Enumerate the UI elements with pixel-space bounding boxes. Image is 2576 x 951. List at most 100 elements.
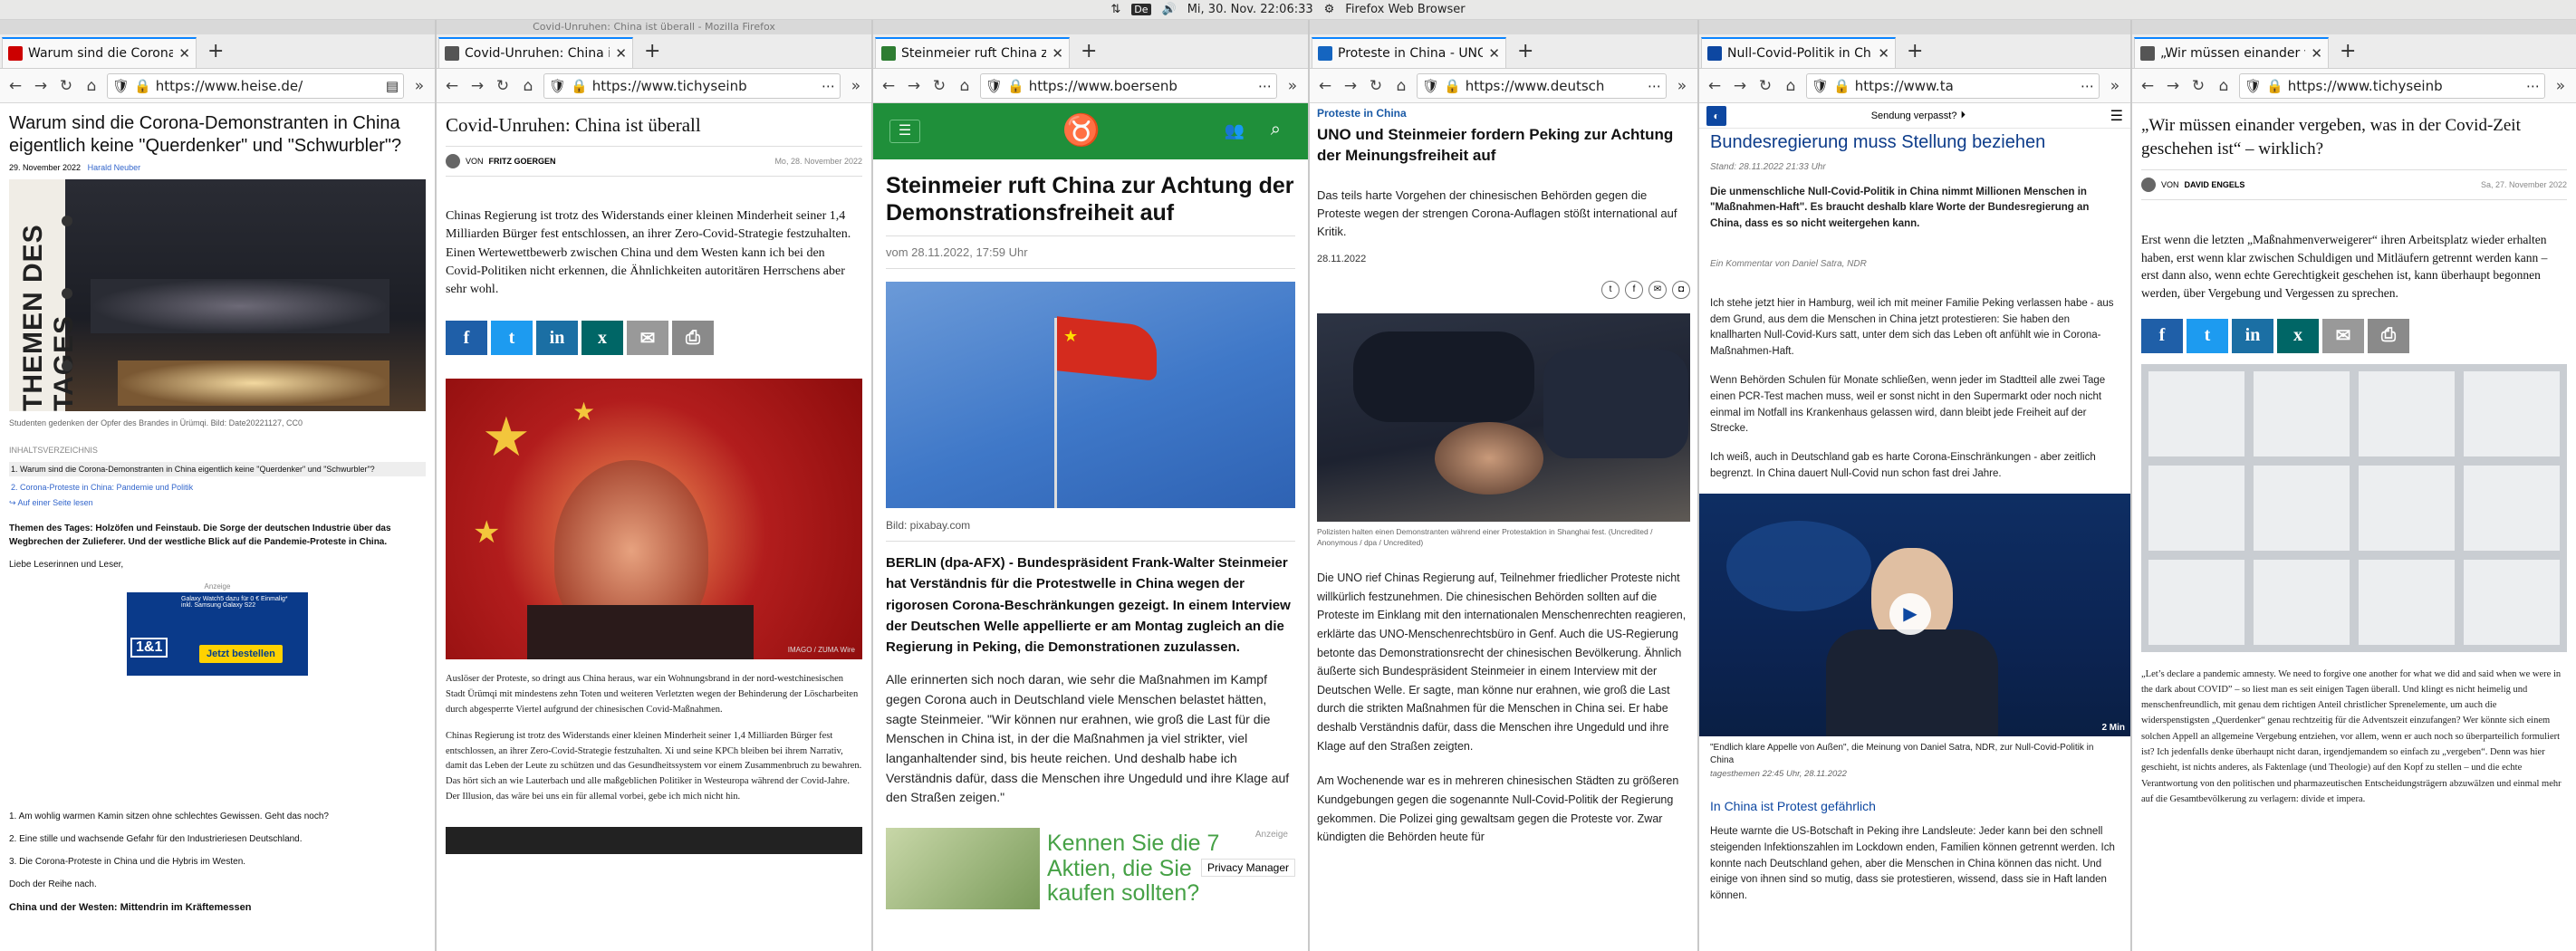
reader-icon[interactable]: ▤ <box>386 78 399 94</box>
lock-icon[interactable]: 🔒 <box>2266 78 2283 94</box>
page-actions-icon[interactable]: ⋯ <box>2081 78 2094 94</box>
back-icon[interactable]: ← <box>442 77 462 95</box>
missed-show-link[interactable]: Sendung verpasst? <box>1871 110 1957 121</box>
active-app-name[interactable]: Firefox Web Browser <box>1345 3 1465 16</box>
menu-icon[interactable]: ☰ <box>2110 107 2123 125</box>
url-text[interactable]: https://www.deutsch <box>1466 78 1643 94</box>
tab-active[interactable]: Steinmeier ruft China zu ✕ <box>875 37 1070 68</box>
forward-icon[interactable]: → <box>904 77 924 95</box>
bull-logo-icon[interactable]: ♉ <box>1050 112 1113 149</box>
new-tab-button[interactable]: + <box>1907 40 1923 62</box>
twitter-share-button[interactable]: t <box>491 321 533 356</box>
tagesschau-logo-icon[interactable]: ◐ <box>1706 105 1726 126</box>
home-icon[interactable]: ⌂ <box>1391 77 1411 95</box>
user-icon[interactable]: 👥 <box>1225 121 1245 140</box>
shield-icon[interactable]: 🛡 <box>112 78 130 94</box>
overflow-icon[interactable]: » <box>2551 77 2571 95</box>
close-tab-icon[interactable]: ✕ <box>1488 45 1500 62</box>
lock-icon[interactable]: 🔒 <box>1444 78 1461 94</box>
overflow-icon[interactable]: » <box>409 77 429 95</box>
toc-item[interactable]: 2. Corona-Proteste in China: Pandemie un… <box>9 480 426 495</box>
ad-banner[interactable]: 1&1 Galaxy Watch5 dazu für 0 € Einmalig*… <box>127 592 308 676</box>
forward-icon[interactable]: → <box>1341 77 1360 95</box>
shield-icon[interactable]: 🛡 <box>1422 78 1439 94</box>
back-icon[interactable]: ← <box>2138 77 2158 95</box>
back-icon[interactable]: ← <box>1315 77 1335 95</box>
url-bar[interactable]: 🛡 🔒 https://www.deutsch ⋯ <box>1417 72 1667 99</box>
new-tab-button[interactable]: + <box>2340 40 2356 62</box>
url-bar[interactable]: 🛡 🔒 https://www.ta ⋯ <box>1806 72 2100 99</box>
home-icon[interactable]: ⌂ <box>518 77 538 95</box>
reload-icon[interactable]: ↻ <box>56 77 76 95</box>
tab-active[interactable]: Null-Covid-Politik in Chi ✕ <box>1701 37 1896 68</box>
reload-icon[interactable]: ↻ <box>1755 77 1775 95</box>
url-text[interactable]: https://www.boersenb <box>1029 78 1254 94</box>
overflow-icon[interactable]: » <box>2105 77 2125 95</box>
print-button[interactable]: ⎙ <box>672 321 714 356</box>
author-link[interactable]: FRITZ GOERGEN <box>489 157 556 166</box>
overflow-icon[interactable]: » <box>1672 77 1692 95</box>
close-tab-icon[interactable]: ✕ <box>2311 45 2322 62</box>
tab-active[interactable]: Covid-Unruhen: China ist ✕ <box>438 37 633 68</box>
gear-icon[interactable]: ⚙ <box>1324 3 1335 16</box>
lock-icon[interactable]: 🔒 <box>134 78 151 94</box>
close-tab-icon[interactable]: ✕ <box>178 45 190 62</box>
forward-icon[interactable]: → <box>1730 77 1750 95</box>
lock-icon[interactable]: 🔒 <box>571 78 588 94</box>
twitter-share-icon[interactable]: t <box>1601 281 1620 300</box>
author-link[interactable]: Harald Neuber <box>88 163 141 172</box>
xing-share-button[interactable]: x <box>582 321 623 356</box>
reload-icon[interactable]: ↻ <box>929 77 949 95</box>
privacy-manager-button[interactable]: Privacy Manager <box>1200 859 1295 878</box>
url-bar[interactable]: 🛡 🔒 https://www.tichyseinb ⋯ <box>2239 72 2545 99</box>
page-actions-icon[interactable]: ⋯ <box>1258 78 1272 94</box>
overflow-icon[interactable]: » <box>1283 77 1302 95</box>
xing-share-button[interactable]: x <box>2277 318 2319 353</box>
url-text[interactable]: https://www.tichyseinb <box>592 78 817 94</box>
single-page-link[interactable]: ↪ Auf einer Seite lesen <box>9 498 426 508</box>
home-icon[interactable]: ⌂ <box>2214 77 2234 95</box>
shield-icon[interactable]: 🛡 <box>1812 78 1829 94</box>
back-icon[interactable]: ← <box>1705 77 1725 95</box>
close-tab-icon[interactable]: ✕ <box>1878 45 1889 62</box>
mail-share-icon[interactable]: ✉ <box>1648 281 1667 300</box>
facebook-share-icon[interactable]: f <box>1625 281 1643 300</box>
reload-icon[interactable]: ↻ <box>493 77 513 95</box>
reload-icon[interactable]: ↻ <box>1366 77 1386 95</box>
tab-active[interactable]: „Wir müssen einander ve ✕ <box>2134 37 2329 68</box>
lock-icon[interactable]: 🔒 <box>1007 78 1024 94</box>
shield-icon[interactable]: 🛡 <box>549 78 566 94</box>
url-text[interactable]: https://www.heise.de/ <box>156 78 381 94</box>
play-icon[interactable]: ⏵ <box>1960 110 1966 121</box>
home-icon[interactable]: ⌂ <box>82 77 101 95</box>
tab-active[interactable]: Proteste in China - UNO ✕ <box>1312 37 1506 68</box>
url-text[interactable]: https://www.tichyseinb <box>2288 78 2522 94</box>
new-tab-button[interactable]: + <box>1081 40 1097 62</box>
print-button[interactable]: ⎙ <box>2368 318 2409 353</box>
forward-icon[interactable]: → <box>31 77 51 95</box>
twitter-share-button[interactable]: t <box>2187 318 2228 353</box>
reload-icon[interactable]: ↻ <box>2188 77 2208 95</box>
volume-icon[interactable]: 🔊 <box>1162 3 1177 16</box>
ad-order-button[interactable]: Jetzt bestellen <box>199 645 283 663</box>
network-icon[interactable]: ⇅ <box>1110 3 1120 16</box>
page-actions-icon[interactable]: ⋯ <box>2526 78 2540 94</box>
new-tab-button[interactable]: + <box>644 40 660 62</box>
overflow-icon[interactable]: » <box>846 77 866 95</box>
keyboard-layout-indicator[interactable]: De <box>1131 4 1151 15</box>
new-tab-button[interactable]: + <box>207 40 224 62</box>
page-actions-icon[interactable]: ⋯ <box>1648 78 1661 94</box>
lock-icon[interactable]: 🔒 <box>1833 78 1850 94</box>
close-tab-icon[interactable]: ✕ <box>1052 45 1063 62</box>
mail-share-button[interactable]: ✉ <box>2322 318 2364 353</box>
new-tab-button[interactable]: + <box>1517 40 1533 62</box>
shield-icon[interactable]: 🛡 <box>2244 78 2262 94</box>
pocket-share-icon[interactable]: ◘ <box>1672 281 1690 300</box>
clock[interactable]: Mi, 30. Nov. 22:06:33 <box>1187 3 1313 16</box>
url-bar[interactable]: 🛡 🔒 https://www.heise.de/ ▤ <box>107 72 404 99</box>
author-link[interactable]: DAVID ENGELS <box>2185 180 2245 189</box>
back-icon[interactable]: ← <box>5 77 25 95</box>
back-icon[interactable]: ← <box>879 77 899 95</box>
url-bar[interactable]: 🛡 🔒 https://www.boersenb ⋯ <box>980 72 1277 99</box>
toc-item[interactable]: 1. Warum sind die Corona-Demonstranten i… <box>9 462 426 476</box>
